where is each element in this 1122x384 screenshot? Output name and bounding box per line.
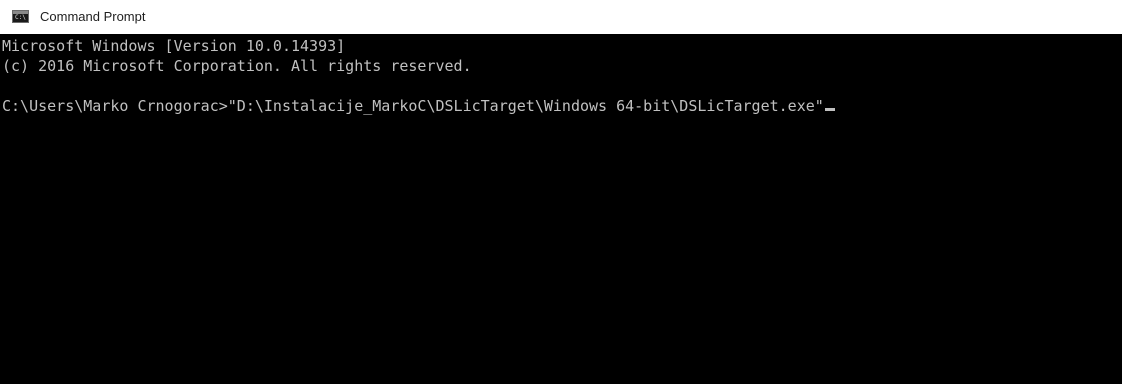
console-line-copyright: (c) 2016 Microsoft Corporation. All righ… [2,57,472,75]
title-bar[interactable]: C:\ Command Prompt [0,0,1122,34]
console-output-area[interactable]: Microsoft Windows [Version 10.0.14393] (… [0,34,1122,384]
window-title: Command Prompt [40,9,146,24]
command-prompt-text: C:\Users\Marko Crnogorac>"D:\Instalacije… [2,97,824,115]
icon-glyph: C:\ [15,14,26,21]
console-command-line[interactable]: C:\Users\Marko Crnogorac>"D:\Instalacije… [2,96,835,116]
console-line-version: Microsoft Windows [Version 10.0.14393] [2,37,346,55]
command-prompt-window: C:\ Command Prompt Microsoft Windows [Ve… [0,0,1122,384]
text-cursor [824,108,835,111]
console-app-icon[interactable]: C:\ [12,10,29,23]
